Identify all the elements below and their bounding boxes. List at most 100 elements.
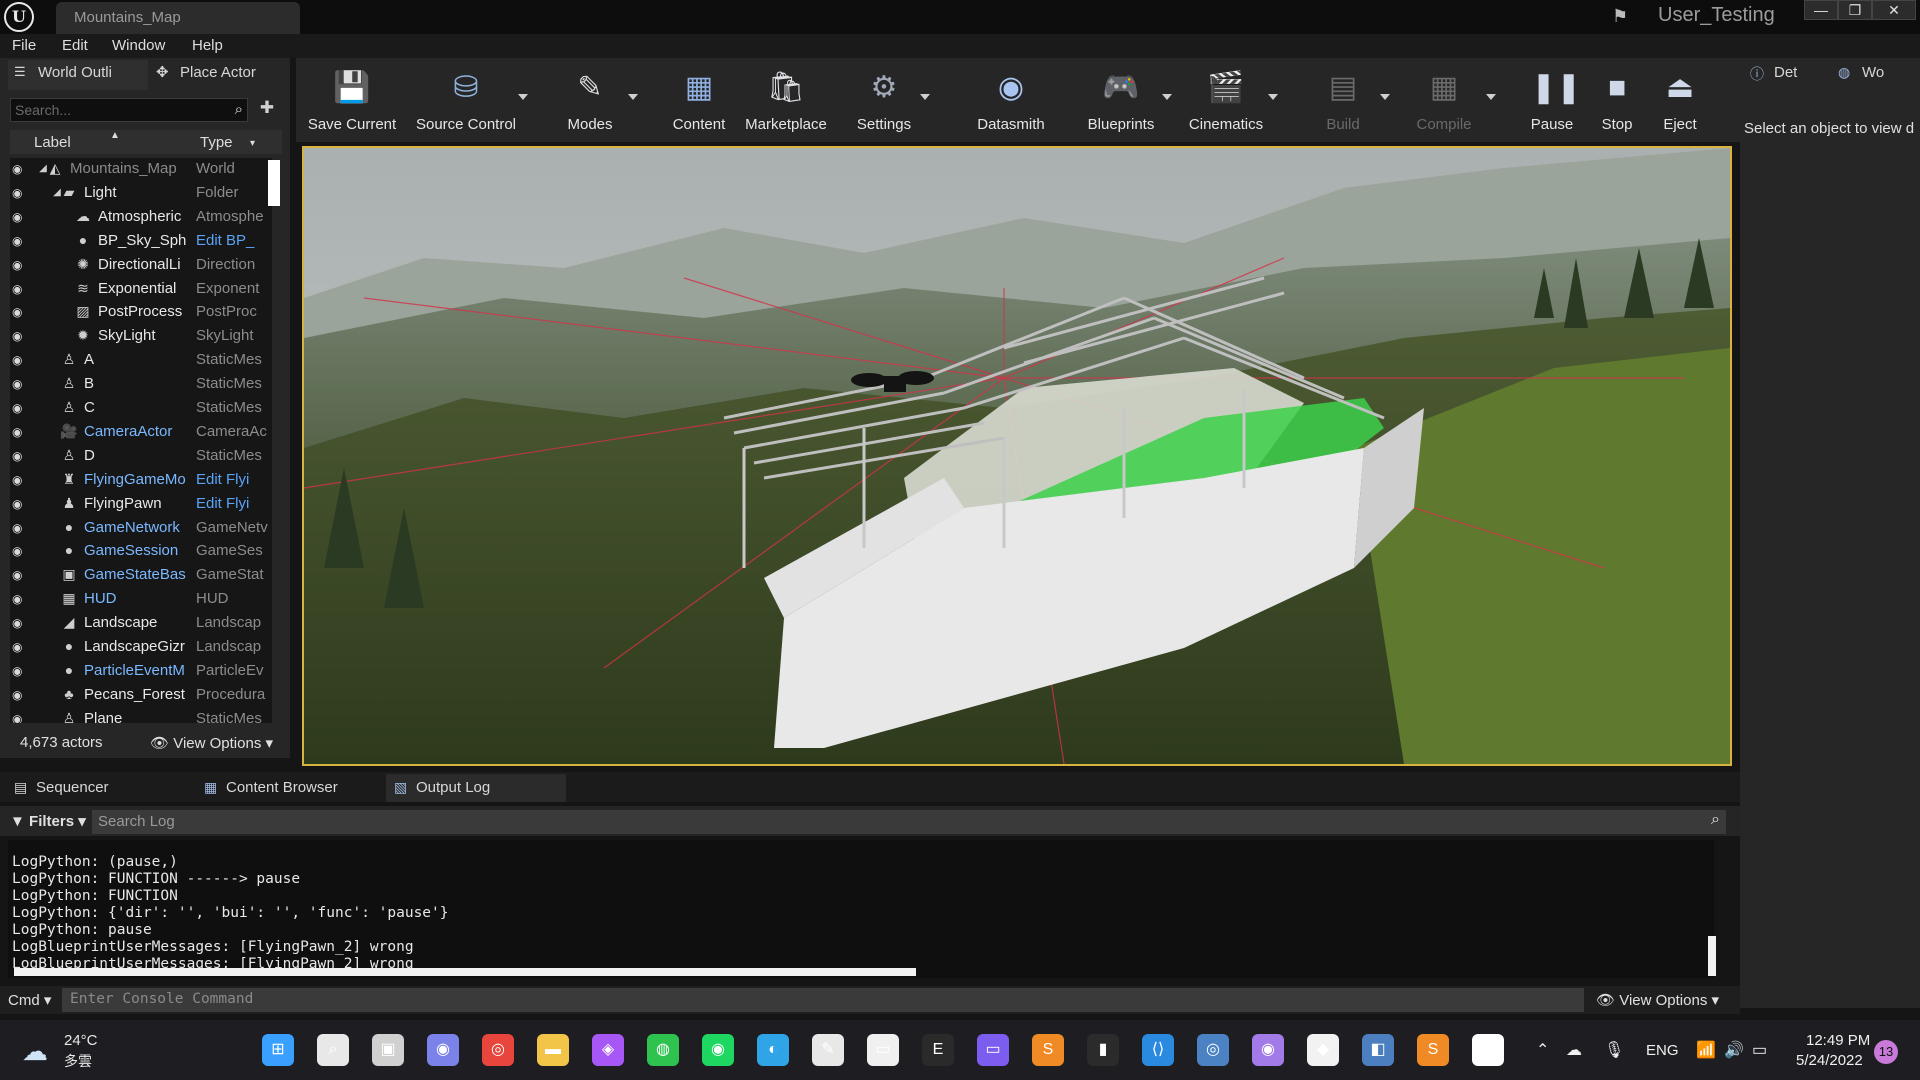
visibility-eye-icon[interactable]: ◉ <box>12 282 28 296</box>
line-icon[interactable]: ◍ <box>647 1034 679 1066</box>
spotify-icon[interactable]: ◉ <box>702 1034 734 1066</box>
tab-content-browser[interactable]: ▦ Content Browser <box>196 774 376 802</box>
github-icon[interactable]: ◉ <box>1252 1034 1284 1066</box>
cloud-icon[interactable]: ☁ <box>22 1036 58 1066</box>
output-log[interactable]: LogPython: (pause,) LogPython: FUNCTION -… <box>8 840 1714 978</box>
outliner-row[interactable]: ◉ ● LandscapeGizr Landscap <box>10 636 272 659</box>
epic-games-icon[interactable]: E <box>922 1034 954 1066</box>
column-dropdown-icon[interactable]: ▾ <box>250 138 255 149</box>
log-vertical-scrollbar[interactable] <box>1708 936 1716 976</box>
outliner-row[interactable]: ◉ ♟ FlyingPawn Edit Flyi <box>10 493 272 516</box>
cinematics-button[interactable]: 🎬 Cinematics <box>1180 60 1272 140</box>
dropdown-caret-icon[interactable] <box>1162 94 1172 100</box>
dropdown-caret-icon[interactable] <box>518 94 528 100</box>
outliner-search-input[interactable]: Search... ⌕ <box>10 98 248 122</box>
chevron-up-icon[interactable]: ⌃ <box>1536 1040 1549 1060</box>
settings-button[interactable]: ⚙ Settings <box>844 60 924 140</box>
edit-blueprint-link[interactable]: Edit Flyi <box>196 471 272 488</box>
outliner-row[interactable]: ◉ ♙ A StaticMes <box>10 349 272 372</box>
outliner-row[interactable]: ◉ ● BP_Sky_Sph Edit BP_ <box>10 230 272 253</box>
visibility-eye-icon[interactable]: ◉ <box>12 377 28 391</box>
terminal-icon[interactable]: ▮ <box>1087 1034 1119 1066</box>
tab-output-log[interactable]: ▧ Output Log <box>386 774 566 802</box>
tab-place-actor[interactable]: ✥ Place Actor <box>152 60 282 90</box>
visibility-eye-icon[interactable]: ◉ <box>12 401 28 415</box>
datasmith-button[interactable]: ◉ Datasmith <box>966 60 1056 140</box>
inkscape-icon[interactable]: ✎ <box>812 1034 844 1066</box>
minimize-button[interactable]: — <box>1804 0 1838 20</box>
pause-button[interactable]: ❚❚ Pause <box>1522 60 1582 140</box>
outliner-row[interactable]: ◉ ♙ D StaticMes <box>10 445 272 468</box>
outliner-row[interactable]: ◉ ● GameSession GameSes <box>10 540 272 563</box>
user-label[interactable]: User_Testing <box>1658 4 1775 27</box>
microphone-icon[interactable]: 🎙 <box>1604 1040 1624 1060</box>
column-label-header[interactable]: Label <box>34 134 71 151</box>
log-view-options-button[interactable]: 👁 View Options ▾ <box>1596 991 1719 1009</box>
visibility-eye-icon[interactable]: ◉ <box>12 234 28 248</box>
edit-blueprint-link[interactable]: Edit BP_ <box>196 232 272 249</box>
restore-button[interactable]: ❐ <box>1838 0 1872 20</box>
steam-icon[interactable]: ◎ <box>1197 1034 1229 1066</box>
onedrive-cloud-icon[interactable]: ☁ <box>1566 1040 1582 1060</box>
modes-button[interactable]: ✎ Modes <box>548 60 632 140</box>
volume-icon[interactable]: 🔊 <box>1724 1040 1744 1060</box>
visibility-eye-icon[interactable]: ◉ <box>12 712 28 723</box>
task-view-icon[interactable]: ▣ <box>372 1034 404 1066</box>
visibility-eye-icon[interactable]: ◉ <box>12 353 28 367</box>
unreal-logo-icon[interactable]: U <box>4 2 34 32</box>
outliner-row[interactable]: ◉ ◢ ▰ Light Folder <box>10 182 272 205</box>
save-current-button[interactable]: 💾 Save Current <box>306 60 398 140</box>
visibility-eye-icon[interactable]: ◉ <box>12 473 28 487</box>
start-icon[interactable]: ⊞ <box>262 1034 294 1066</box>
visibility-eye-icon[interactable]: ◉ <box>12 329 28 343</box>
build-button[interactable]: ▤ Build <box>1302 60 1384 140</box>
vscode-icon[interactable]: ⟨⟩ <box>1142 1034 1174 1066</box>
outliner-row[interactable]: ◉ ✺ DirectionalLi Direction <box>10 254 272 277</box>
outliner-view-options-button[interactable]: 👁 View Options ▾ <box>150 734 273 752</box>
menu-help[interactable]: Help <box>192 37 223 54</box>
console-command-input[interactable]: Enter Console Command <box>62 988 1584 1012</box>
outliner-row[interactable]: ◉ ♣ Pecans_Forest Procedura <box>10 684 272 707</box>
outliner-row[interactable]: ◉ ◢ ◭ Mountains_Map World <box>10 158 272 181</box>
menu-file[interactable]: File <box>12 37 36 54</box>
search-icon[interactable]: ⌕ <box>317 1034 349 1066</box>
clock-time[interactable]: 12:49 PM <box>1806 1032 1870 1049</box>
weather-temperature[interactable]: 24°C <box>64 1032 98 1049</box>
messenger-icon[interactable]: ◈ <box>592 1034 624 1066</box>
source-control-button[interactable]: ⛁ Source Control <box>410 60 522 140</box>
map-tab[interactable]: Mountains_Map <box>56 2 300 34</box>
notification-badge[interactable]: 13 <box>1874 1040 1898 1064</box>
visibility-eye-icon[interactable]: ◉ <box>12 592 28 606</box>
cmd-dropdown[interactable]: Cmd ▾ <box>8 991 51 1009</box>
visibility-eye-icon[interactable]: ◉ <box>12 640 28 654</box>
teams-chat-icon[interactable]: ◉ <box>427 1034 459 1066</box>
visibility-eye-icon[interactable]: ◉ <box>12 568 28 582</box>
dropdown-caret-icon[interactable] <box>1380 94 1390 100</box>
visibility-eye-icon[interactable]: ◉ <box>12 497 28 511</box>
dropdown-caret-icon[interactable] <box>628 94 638 100</box>
tab-world-settings[interactable]: ◍ Wo <box>1832 60 1912 90</box>
outliner-row[interactable]: ◉ ≋ Exponential Exponent <box>10 278 272 301</box>
visibility-eye-icon[interactable]: ◉ <box>12 210 28 224</box>
sublime-icon[interactable]: S <box>1032 1034 1064 1066</box>
visibility-eye-icon[interactable]: ◉ <box>12 258 28 272</box>
dropdown-caret-icon[interactable] <box>1486 94 1496 100</box>
add-filter-icon[interactable]: ✚ <box>254 98 280 122</box>
blueprints-button[interactable]: 🎮 Blueprints <box>1076 60 1166 140</box>
outliner-row[interactable]: ◉ ✹ SkyLight SkyLight <box>10 325 272 348</box>
outliner-row[interactable]: ◉ ◢ Landscape Landscap <box>10 612 272 635</box>
visibility-eye-icon[interactable]: ◉ <box>12 688 28 702</box>
unreal-engine-icon[interactable]: U <box>1472 1034 1504 1066</box>
input-language[interactable]: ENG <box>1646 1042 1679 1059</box>
outliner-row[interactable]: ◉ ♙ B StaticMes <box>10 373 272 396</box>
dropdown-caret-icon[interactable] <box>920 94 930 100</box>
visibility-eye-icon[interactable]: ◉ <box>12 186 28 200</box>
visibility-eye-icon[interactable]: ◉ <box>12 449 28 463</box>
outliner-row[interactable]: ◉ 🎥 CameraActor CameraAc <box>10 421 272 444</box>
visibility-eye-icon[interactable]: ◉ <box>12 521 28 535</box>
oculus-icon[interactable]: ▭ <box>867 1034 899 1066</box>
battery-icon[interactable]: ▭ <box>1752 1040 1767 1060</box>
outliner-row[interactable]: ◉ ♙ Plane StaticMes <box>10 708 272 723</box>
outliner-row[interactable]: ◉ ● GameNetwork GameNetv <box>10 517 272 540</box>
visibility-eye-icon[interactable]: ◉ <box>12 616 28 630</box>
